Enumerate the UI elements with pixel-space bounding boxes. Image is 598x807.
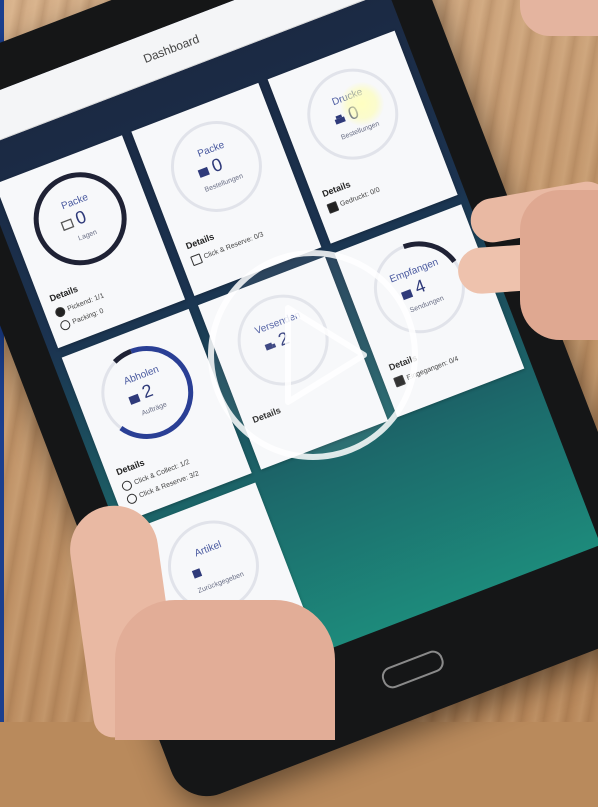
check-circle-outline-icon <box>58 318 72 332</box>
box-outline-icon <box>190 253 204 267</box>
right-palm <box>520 190 598 340</box>
print-icon <box>326 200 340 214</box>
light-glare <box>340 82 384 126</box>
play-button-icon[interactable] <box>204 246 422 464</box>
user-outline-icon <box>125 492 139 506</box>
home-button[interactable] <box>378 647 447 692</box>
left-palm <box>115 600 335 740</box>
check-circle-icon <box>53 305 67 319</box>
user-outline-icon <box>120 479 134 493</box>
